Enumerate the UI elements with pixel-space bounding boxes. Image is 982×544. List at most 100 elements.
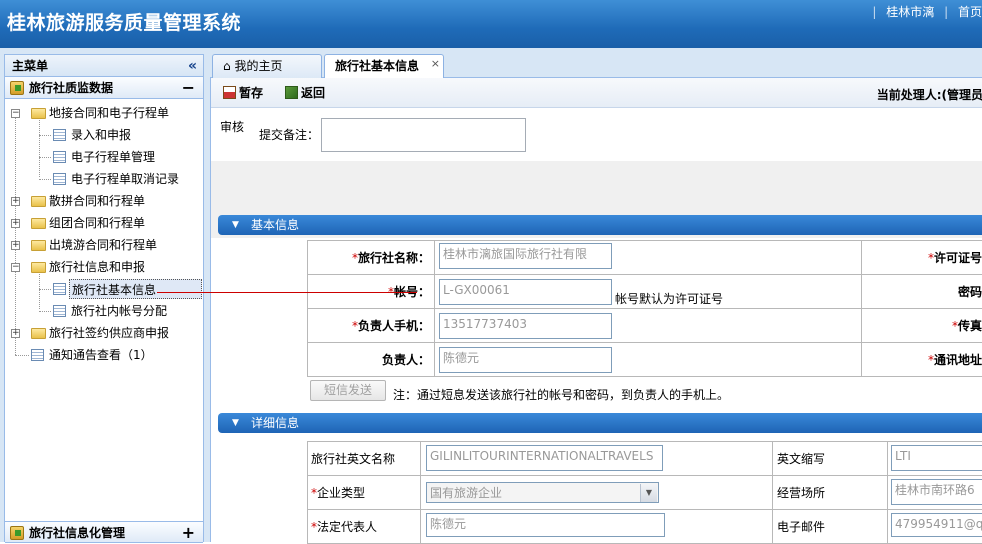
enterprise-type-select[interactable]: 国有旅游企业▼ xyxy=(426,482,659,503)
menu-group-informatization[interactable]: 旅行社信息化管理 + xyxy=(5,521,203,543)
email-label: 电子邮件 xyxy=(777,520,825,534)
tab-home[interactable]: ⌂ 我的主页 xyxy=(212,54,322,79)
collapse-node-icon[interactable]: − xyxy=(11,109,20,118)
legal-rep-input[interactable]: 陈德元 xyxy=(426,513,665,537)
expand-node-icon[interactable]: + xyxy=(11,219,20,228)
main-area: ⌂ 我的主页 旅行社基本信息 × 暂存 返回 当前处理人:(管理员 审核 提交备… xyxy=(206,48,982,542)
tree-line xyxy=(39,289,51,290)
remark-label: 提交备注： xyxy=(259,126,319,143)
section-detail-info[interactable]: ▼ 详细信息 xyxy=(218,413,982,433)
group-icon xyxy=(10,526,24,540)
tree-line xyxy=(15,355,29,356)
sidebar-title-label: 主菜单 xyxy=(12,59,48,73)
save-draft-label: 暂存 xyxy=(239,86,263,100)
folder-icon xyxy=(31,262,46,273)
expand-group-icon[interactable]: + xyxy=(182,522,195,544)
remark-input[interactable] xyxy=(321,118,526,152)
folder-icon xyxy=(31,196,46,207)
tree-item-scattered-contract[interactable]: + 散拼合同和行程单 xyxy=(5,191,201,211)
tree-line xyxy=(39,179,51,180)
tab-agency-basic-info[interactable]: 旅行社基本信息 × xyxy=(324,54,444,80)
tree-item-label: 电子行程单管理 xyxy=(71,147,155,167)
field-label-cell: *传真： xyxy=(862,309,982,343)
menu-group-label: 旅行社质监数据 xyxy=(29,81,113,95)
section-basic-info[interactable]: ▼ 基本信息 xyxy=(218,215,982,235)
collapse-node-icon[interactable]: − xyxy=(11,263,20,272)
expand-node-icon[interactable]: + xyxy=(11,329,20,338)
tree-item-group-contract[interactable]: + 组团合同和行程单 xyxy=(5,213,201,233)
tree-item-notices[interactable]: 通知通告查看（1） xyxy=(5,345,201,365)
field-label-cell: *法定代表人 xyxy=(308,510,421,544)
field-value-cell: 桂林市南环路6 xyxy=(888,476,982,510)
folder-icon xyxy=(31,328,46,339)
tree-item-outbound-contract[interactable]: + 出境游合同和行程单 xyxy=(5,235,201,255)
tree-item-itinerary-cancel[interactable]: 电子行程单取消记录 xyxy=(5,169,201,189)
back-icon xyxy=(285,86,298,99)
menu-group-label: 旅行社信息化管理 xyxy=(29,526,125,540)
save-draft-button[interactable]: 暂存 xyxy=(223,85,263,101)
tree-item-supplier-report[interactable]: + 旅行社签约供应商申报 xyxy=(5,323,201,343)
sms-note: 注：通过短息发送该旅行社的帐号和密码，到负责人的手机上。 xyxy=(393,386,729,403)
current-handler: 当前处理人:(管理员 xyxy=(877,86,982,103)
close-tab-icon[interactable]: × xyxy=(431,52,440,75)
document-icon xyxy=(53,173,66,185)
tree-item-account-assign[interactable]: 旅行社内帐号分配 xyxy=(5,301,201,321)
back-button[interactable]: 返回 xyxy=(285,85,325,101)
tree-item-label: 地接合同和电子行程单 xyxy=(49,103,169,123)
person-label: 负责人： xyxy=(382,353,430,367)
field-label-cell: *企业类型 xyxy=(308,476,421,510)
tree-item-entry-report[interactable]: 录入和申报 xyxy=(5,125,201,145)
field-label-cell: 负责人： xyxy=(308,343,435,377)
header-link-user[interactable]: 桂林市漓 xyxy=(886,5,934,19)
tree-item-itinerary-manage[interactable]: 电子行程单管理 xyxy=(5,147,201,167)
header-link-home[interactable]: 首页 xyxy=(958,5,982,19)
field-label-cell: *负责人手机： xyxy=(308,309,435,343)
tree-item-agency-info[interactable]: − 旅行社信息和申报 xyxy=(5,257,201,277)
tree-item-label: 组团合同和行程单 xyxy=(49,213,145,233)
field-value-cell: LTI xyxy=(888,442,982,476)
tab-label: 旅行社基本信息 xyxy=(335,59,419,73)
audit-area: 审核 提交备注： xyxy=(211,108,982,158)
section-title: 详细信息 xyxy=(251,416,299,430)
tree-item-ground-contract[interactable]: − 地接合同和电子行程单 xyxy=(5,103,201,123)
email-input[interactable]: 479954911@qq xyxy=(891,513,982,537)
account-input[interactable]: L-GX00061 xyxy=(439,279,612,305)
expand-node-icon[interactable]: + xyxy=(11,241,20,250)
field-value-cell: 国有旅游企业▼ xyxy=(421,476,773,510)
business-place-label: 经营场所 xyxy=(777,486,825,500)
sms-send-button[interactable]: 短信发送 xyxy=(310,380,386,401)
collapse-group-icon[interactable]: − xyxy=(182,77,195,99)
agency-name-input[interactable]: 桂林市漓旅国际旅行社有限 xyxy=(439,243,612,269)
tree-item-agency-basic-info[interactable]: 旅行社基本信息 xyxy=(5,279,201,299)
english-name-input[interactable]: GILINLITOURINTERNATIONALTRAVELS xyxy=(426,445,663,471)
expand-node-icon[interactable]: + xyxy=(11,197,20,206)
header-links: | 桂林市漓 | 首页 xyxy=(866,3,982,20)
tree-item-label: 旅行社内帐号分配 xyxy=(71,301,167,321)
app-title: 桂林旅游服务质量管理系统 xyxy=(7,8,241,35)
group-icon xyxy=(10,81,24,95)
document-icon xyxy=(31,349,44,361)
field-value-cell: 13517737403 xyxy=(435,309,862,343)
agency-name-label: 旅行社名称： xyxy=(358,251,430,265)
person-input[interactable]: 陈德元 xyxy=(439,347,612,373)
abbreviation-label: 英文缩写 xyxy=(777,452,825,466)
collapse-sidebar-icon[interactable]: « xyxy=(188,55,197,77)
document-icon xyxy=(53,305,66,317)
phone-input[interactable]: 13517737403 xyxy=(439,313,612,339)
menu-group-quality-data[interactable]: 旅行社质监数据 − xyxy=(5,77,203,99)
abbreviation-input[interactable]: LTI xyxy=(891,445,982,471)
tab-label: 我的主页 xyxy=(234,59,282,73)
save-icon xyxy=(223,86,236,99)
document-icon xyxy=(53,283,66,295)
app-header: 桂林旅游服务质量管理系统 | 桂林市漓 | 首页 xyxy=(0,0,982,48)
field-value-cell: L-GX00061帐号默认为许可证号 xyxy=(435,275,862,309)
tree-line xyxy=(39,157,51,158)
document-icon xyxy=(53,151,66,163)
tree-item-label: 录入和申报 xyxy=(71,125,131,145)
content-panel: 暂存 返回 当前处理人:(管理员 审核 提交备注： ▼ 基本信息 *旅行社名称：… xyxy=(210,78,982,542)
chevron-down-icon: ▼ xyxy=(640,484,657,502)
english-name-label: 旅行社英文名称 xyxy=(311,452,395,466)
business-place-input[interactable]: 桂林市南环路6 xyxy=(891,479,982,505)
tree-item-label-selected: 旅行社基本信息 xyxy=(69,279,202,299)
chevron-down-icon: ▼ xyxy=(232,413,239,433)
